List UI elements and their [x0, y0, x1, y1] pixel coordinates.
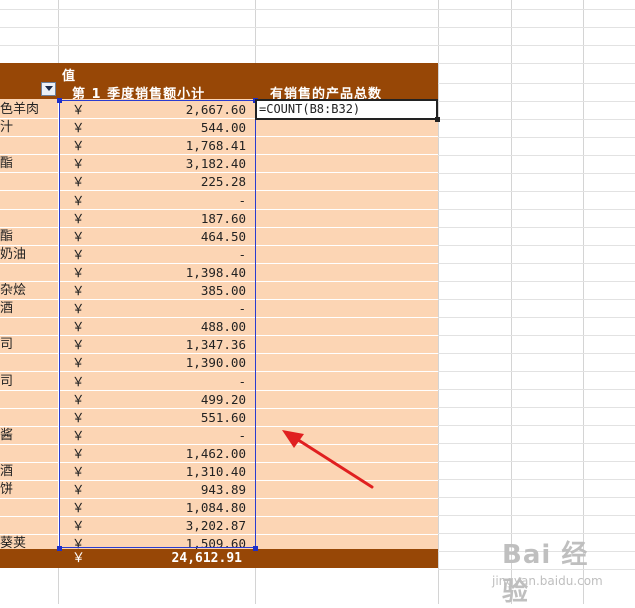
- grid-row-line: [438, 425, 635, 426]
- product-name-cell[interactable]: 饼: [0, 481, 56, 498]
- grid-row-line: [438, 83, 635, 84]
- product-name-cell[interactable]: [0, 391, 56, 408]
- red-arrow-icon: [282, 430, 374, 489]
- grid-row-line: [438, 299, 635, 300]
- grid-row-line: [438, 101, 635, 102]
- watermark-logo: Bai 经验: [502, 540, 589, 607]
- product-name-cell[interactable]: 酒: [0, 300, 56, 317]
- product-name-cell[interactable]: [0, 192, 56, 209]
- product-name-cell[interactable]: [0, 409, 56, 426]
- grid-row-line: [438, 227, 635, 228]
- grid-row-line: [438, 317, 635, 318]
- grid-row-line: [438, 461, 635, 462]
- product-name-cell[interactable]: 司: [0, 373, 56, 390]
- grid-row-line: [438, 191, 635, 192]
- baidu-watermark: Bai 经验 jingyan.baidu.com: [488, 530, 608, 607]
- grid-row-line: [0, 45, 635, 46]
- grand-total-row[interactable]: ￥ 24,612.91: [0, 549, 438, 568]
- grid-row-line: [438, 119, 635, 120]
- product-name-cell[interactable]: [0, 354, 56, 371]
- product-name-cell[interactable]: 奶油: [0, 246, 56, 263]
- grid-row-line: [0, 27, 635, 28]
- currency-symbol: ￥: [72, 551, 86, 566]
- grid-row-line: [438, 389, 635, 390]
- product-name-cell[interactable]: 汁: [0, 119, 56, 136]
- grid-col-line: [583, 0, 584, 604]
- product-name-cell[interactable]: [0, 173, 56, 190]
- formula-cell-editor[interactable]: =COUNT(B8:B32): [255, 99, 438, 120]
- filter-dropdown-button[interactable]: [41, 82, 56, 96]
- product-name-cell[interactable]: 酱: [0, 427, 56, 444]
- product-name-cell[interactable]: [0, 210, 56, 227]
- grid-row-line: [438, 443, 635, 444]
- grid-row-line: [438, 515, 635, 516]
- grid-row-line: [438, 173, 635, 174]
- grid-row-line: [438, 353, 635, 354]
- product-name-cell[interactable]: [0, 318, 56, 335]
- selected-range[interactable]: [59, 100, 256, 548]
- pivot-header: 值 第 1 季度销售额小计 有销售的产品总数: [0, 63, 438, 102]
- product-name-cell[interactable]: 酯: [0, 228, 56, 245]
- grand-total-value[interactable]: 24,612.91: [86, 549, 242, 569]
- grid-row-line: [438, 263, 635, 264]
- product-name-cell[interactable]: [0, 517, 56, 534]
- fill-handle[interactable]: [435, 117, 440, 122]
- grid-row-line: [438, 407, 635, 408]
- grid-row-line: [438, 209, 635, 210]
- grid-row-line: [438, 371, 635, 372]
- grid-col-line: [511, 0, 512, 604]
- watermark-url: jingyan.baidu.com: [492, 574, 603, 588]
- product-name-cell[interactable]: 杂烩: [0, 282, 56, 299]
- grid-row-line: [438, 479, 635, 480]
- product-name-cell[interactable]: 色羊肉: [0, 101, 56, 118]
- grid-col-line: [438, 0, 439, 604]
- grid-row-line: [438, 137, 635, 138]
- grid-row-line: [438, 497, 635, 498]
- product-name-cell[interactable]: 司: [0, 336, 56, 353]
- product-name-cell[interactable]: [0, 445, 56, 462]
- selection-handle[interactable]: [57, 98, 62, 103]
- grid-row-line: [438, 245, 635, 246]
- chevron-down-icon: [45, 86, 53, 91]
- product-name-cell[interactable]: 酯: [0, 155, 56, 172]
- product-name-cell[interactable]: [0, 499, 56, 516]
- product-name-cell[interactable]: [0, 137, 56, 154]
- selection-handle[interactable]: [57, 546, 62, 551]
- grid-row-line: [438, 335, 635, 336]
- selection-handle[interactable]: [253, 546, 258, 551]
- product-name-cell[interactable]: [0, 264, 56, 281]
- product-name-cell[interactable]: 酒: [0, 463, 56, 480]
- values-label: 值: [62, 69, 76, 84]
- grid-row-line: [438, 281, 635, 282]
- grid-row-line: [0, 9, 635, 10]
- grid-row-line: [438, 155, 635, 156]
